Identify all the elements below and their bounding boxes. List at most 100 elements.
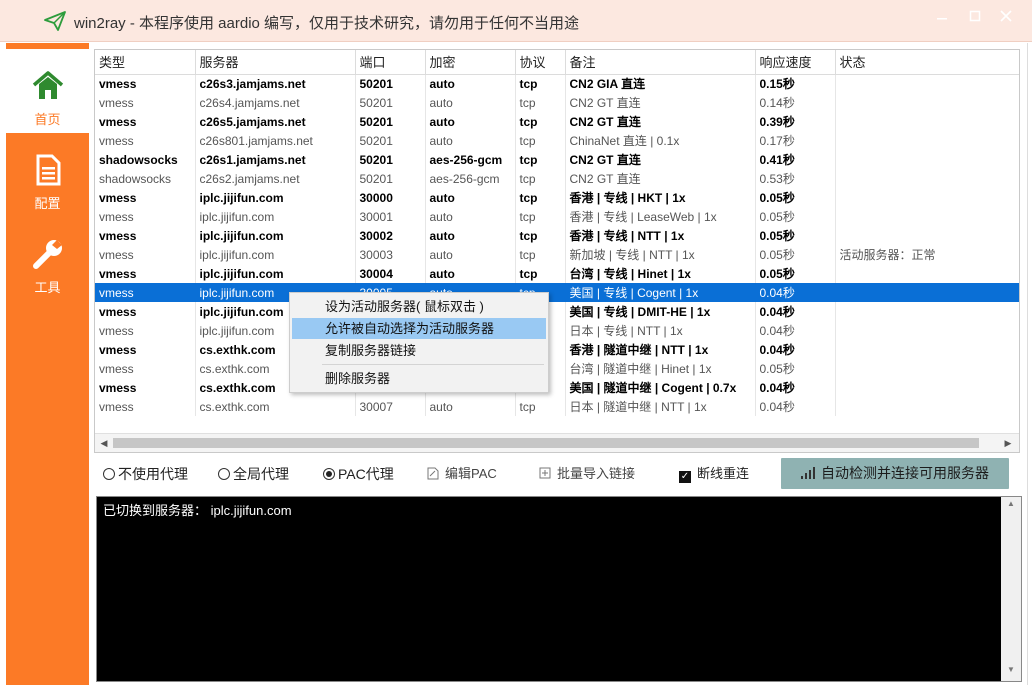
table-cell: auto bbox=[425, 112, 516, 131]
close-button[interactable] bbox=[994, 6, 1018, 28]
column-header-type[interactable]: 类型 bbox=[95, 50, 196, 75]
scroll-up-icon[interactable]: ▲ bbox=[1005, 499, 1017, 511]
reconnect-label: 断线重连 bbox=[697, 466, 750, 481]
menu-item-copy-link[interactable]: 复制服务器链接 bbox=[292, 340, 546, 361]
table-cell: tcp bbox=[515, 226, 566, 245]
home-icon bbox=[32, 71, 64, 99]
table-cell: aes-256-gcm bbox=[425, 169, 516, 188]
title-bar: win2ray - 本程序使用 aardio 编写，仅用于技术研究，请勿用于任何… bbox=[0, 0, 1032, 42]
table-cell: auto bbox=[425, 188, 516, 207]
column-header-latency[interactable]: 响应速度 bbox=[755, 50, 836, 75]
table-cell: auto bbox=[425, 226, 516, 245]
table-cell: auto bbox=[425, 207, 516, 226]
table-cell bbox=[835, 131, 1019, 150]
table-cell bbox=[835, 264, 1019, 283]
table-row[interactable]: vmess iplc.jijifun.com 30002 auto tcp 香港 | 专线… bbox=[95, 226, 1019, 245]
column-header-status[interactable]: 状态 bbox=[835, 50, 1019, 75]
table-cell: 30001 bbox=[355, 207, 426, 226]
paper-plane-logo-icon bbox=[44, 11, 66, 31]
table-cell: 0.05秒 bbox=[755, 264, 836, 283]
reconnect-checkbox[interactable]: ✓ 断线重连 bbox=[679, 464, 749, 484]
radio-pac-proxy[interactable]: PAC代理 bbox=[323, 464, 394, 484]
table-cell: 美国 | 专线 | DMIT-HE | 1x bbox=[565, 302, 756, 321]
table-row[interactable]: vmess cs.exthk.com 美国 | 隧道中继 | Cogent | 0.… bbox=[95, 378, 1019, 397]
server-table[interactable]: 类型 服务器 端口 加密 协议 备注 响应速度 状态 vmess c26s3.ja… bbox=[94, 49, 1020, 453]
table-row[interactable]: vmess c26s801.jamjams.net 50201 auto tcp Chin… bbox=[95, 131, 1019, 150]
table-cell: tcp bbox=[515, 207, 566, 226]
table-cell bbox=[835, 169, 1019, 188]
table-row[interactable]: vmess cs.exthk.com 香港 | 隧道中继 | NTT | 1x 0.0… bbox=[95, 340, 1019, 359]
menu-item-allow-auto-select[interactable]: 允许被自动选择为活动服务器 bbox=[292, 318, 546, 339]
table-row[interactable]: shadowsocks c26s2.jamjams.net 50201 aes-256… bbox=[95, 169, 1019, 188]
table-cell: 0.41秒 bbox=[755, 150, 836, 169]
sidebar-item-tools[interactable]: 工具 bbox=[6, 217, 89, 301]
maximize-button[interactable] bbox=[963, 6, 987, 28]
radio-label: 不使用代理 bbox=[118, 466, 188, 482]
table-row[interactable]: vmess c26s3.jamjams.net 50201 auto tcp CN2 GI… bbox=[95, 74, 1019, 93]
table-row[interactable]: shadowsocks c26s1.jamjams.net 50201 aes-256… bbox=[95, 150, 1019, 169]
scrollbar-thumb[interactable] bbox=[113, 438, 979, 448]
table-cell bbox=[835, 112, 1019, 131]
table-row[interactable]: vmessiplc.jijifun.com30005autotcp美国 | 专线… bbox=[95, 283, 1019, 302]
vertical-scrollbar[interactable]: ▲ ▼ bbox=[1001, 497, 1021, 681]
table-cell: vmess bbox=[95, 188, 196, 207]
scroll-down-icon[interactable]: ▼ bbox=[1005, 665, 1017, 677]
table-cell: vmess bbox=[95, 93, 196, 112]
table-row[interactable]: vmess iplc.jijifun.com 30004 auto tcp 台湾 | 专线… bbox=[95, 264, 1019, 283]
table-row[interactable]: vmess iplc.jijifun.com 日本 | 专线 | NTT | 1x 0… bbox=[95, 321, 1019, 340]
table-cell: 日本 | 专线 | NTT | 1x bbox=[565, 321, 756, 340]
radio-no-proxy[interactable]: 不使用代理 bbox=[103, 464, 188, 484]
scroll-left-icon[interactable]: ◀ bbox=[97, 436, 111, 450]
column-header-server[interactable]: 服务器 bbox=[195, 50, 356, 75]
sidebar-item-home[interactable]: 首页 bbox=[6, 49, 89, 133]
scroll-right-icon[interactable]: ▶ bbox=[1001, 436, 1015, 450]
sidebar-item-config[interactable]: 配置 bbox=[6, 133, 89, 217]
minimize-button[interactable] bbox=[930, 6, 954, 28]
window-title: win2ray - 本程序使用 aardio 编写，仅用于技术研究，请勿用于任何… bbox=[74, 15, 580, 32]
table-cell: shadowsocks bbox=[95, 169, 196, 188]
radio-global-proxy[interactable]: 全局代理 bbox=[218, 464, 289, 484]
table-cell: 香港 | 隧道中继 | NTT | 1x bbox=[565, 340, 756, 359]
close-icon bbox=[1000, 10, 1012, 22]
log-console[interactable]: 已切换到服务器： iplc.jijifun.com ▲ ▼ bbox=[96, 496, 1022, 682]
table-row[interactable]: vmess c26s4.jamjams.net 50201 auto tcp CN2 GT… bbox=[95, 93, 1019, 112]
batch-import-button[interactable]: 批量导入链接 bbox=[539, 464, 635, 484]
table-cell: 新加坡 | 专线 | NTT | 1x bbox=[565, 245, 756, 264]
table-row[interactable]: vmess iplc.jijifun.com 30003 auto tcp 新加坡 | 专… bbox=[95, 245, 1019, 264]
table-cell: 美国 | 隧道中继 | Cogent | 0.7x bbox=[565, 378, 756, 397]
table-cell: 活动服务器：正常 bbox=[835, 245, 1019, 264]
table-cell bbox=[835, 207, 1019, 226]
table-cell: 0.15秒 bbox=[755, 74, 836, 93]
column-header-protocol[interactable]: 协议 bbox=[515, 50, 566, 75]
table-cell: 0.14秒 bbox=[755, 93, 836, 112]
table-cell bbox=[835, 283, 1019, 302]
table-row[interactable]: vmess iplc.jijifun.com 30000 auto tcp 香港 | 专线… bbox=[95, 188, 1019, 207]
sidebar-item-label: 配置 bbox=[34, 196, 61, 211]
column-header-encryption[interactable]: 加密 bbox=[425, 50, 516, 75]
table-cell: 30002 bbox=[355, 226, 426, 245]
horizontal-scrollbar[interactable]: ◀ ▶ bbox=[95, 433, 1019, 452]
maximize-icon bbox=[969, 10, 981, 22]
table-cell: ChinaNet 直连 | 0.1x bbox=[565, 131, 756, 150]
menu-item-delete[interactable]: 删除服务器 bbox=[292, 368, 546, 389]
table-cell: 30003 bbox=[355, 245, 426, 264]
table-cell: CN2 GIA 直连 bbox=[565, 74, 756, 93]
table-cell: 50201 bbox=[355, 169, 426, 188]
table-row[interactable]: vmess iplc.jijifun.com 30001 auto tcp 香港 | 专线… bbox=[95, 207, 1019, 226]
table-cell: 50201 bbox=[355, 150, 426, 169]
menu-item-set-active[interactable]: 设为活动服务器( 鼠标双击 ) bbox=[292, 296, 546, 317]
column-header-port[interactable]: 端口 bbox=[355, 50, 426, 75]
table-cell: iplc.jijifun.com bbox=[195, 226, 356, 245]
table-row[interactable]: vmess c26s5.jamjams.net 50201 auto tcp CN2 GT… bbox=[95, 112, 1019, 131]
table-cell: cs.exthk.com bbox=[195, 397, 356, 416]
auto-detect-button[interactable]: 自动检测并连接可用服务器 bbox=[781, 458, 1009, 489]
table-row[interactable]: vmess cs.exthk.com 台湾 | 隧道中继 | Hinet | 1x 0… bbox=[95, 359, 1019, 378]
table-cell: vmess bbox=[95, 131, 196, 150]
radio-checked-icon bbox=[323, 468, 335, 480]
table-cell bbox=[835, 93, 1019, 112]
table-row[interactable]: vmess cs.exthk.com 30007 auto tcp 日本 | 隧道中继 |… bbox=[95, 397, 1019, 416]
edit-pac-button[interactable]: 编辑PAC bbox=[427, 464, 497, 484]
table-cell bbox=[835, 226, 1019, 245]
table-row[interactable]: vmess iplc.jijifun.com 美国 | 专线 | DMIT-HE |… bbox=[95, 302, 1019, 321]
column-header-remark[interactable]: 备注 bbox=[565, 50, 756, 75]
